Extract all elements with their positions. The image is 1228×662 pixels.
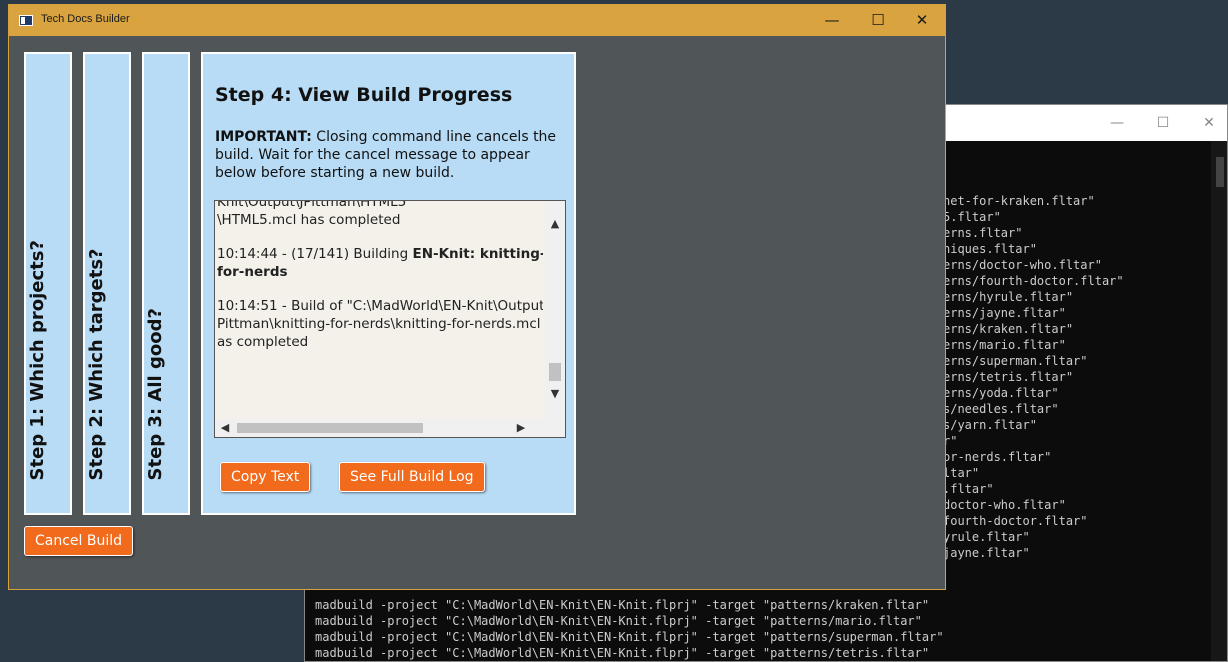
build-log-box[interactable]: Knit\Output\JPittman\HTML5 \HTML5.mcl ha… xyxy=(214,200,566,438)
tab-step-3-label: Step 3: All good? xyxy=(145,308,166,481)
console-line: erns/kraken.fltar" xyxy=(943,322,1074,336)
tab-step-2-label: Step 2: Which targets? xyxy=(86,248,107,481)
build-log-content[interactable]: Knit\Output\JPittman\HTML5 \HTML5.mcl ha… xyxy=(215,201,543,419)
log-entry: Knit\Output\JPittman\HTML5 \HTML5.mcl ha… xyxy=(217,201,543,229)
close-button[interactable]: ✕ xyxy=(899,5,945,36)
console-line: ltar" xyxy=(943,466,980,480)
log-entry: 10:14:44 - (17/141) Building EN-Knit: kn… xyxy=(217,245,543,281)
scroll-up-arrow-icon[interactable]: ▲ xyxy=(545,215,565,233)
main-window[interactable]: Tech Docs Builder — ☐ ✕ Step 1: Which pr… xyxy=(8,4,946,590)
console-line: erns/tetris.fltar" xyxy=(943,370,1074,384)
log-vscroll-thumb[interactable] xyxy=(549,363,561,381)
console-line: madbuild -project "C:\MadWorld\EN-Knit\E… xyxy=(315,614,922,628)
console-line: s/needles.fltar" xyxy=(943,402,1059,416)
log-hscroll-thumb[interactable] xyxy=(237,423,423,433)
log-entry-line: Knit\Output\JPittman\HTML5 xyxy=(217,201,407,210)
tab-step-1-label: Step 1: Which projects? xyxy=(27,240,48,481)
log-entry-prefix: 10:14:44 - (17/141) Building xyxy=(217,246,413,262)
log-entry-line: \HTML5.mcl has completed xyxy=(217,212,401,228)
console-line: .fltar" xyxy=(943,482,994,496)
scroll-right-arrow-icon[interactable]: ▶ xyxy=(511,419,531,437)
console-scrollbar[interactable] xyxy=(1211,141,1227,661)
console-close-button[interactable]: ✕ xyxy=(1191,111,1227,135)
console-line: erns/jayne.fltar" xyxy=(943,306,1066,320)
console-scroll-thumb[interactable] xyxy=(1216,157,1224,187)
tab-step-1[interactable]: Step 1: Which projects? xyxy=(24,52,72,515)
title-bar[interactable]: Tech Docs Builder — ☐ ✕ xyxy=(9,5,945,36)
console-line: s/yarn.fltar" xyxy=(943,418,1037,432)
console-line: het-for-kraken.fltar" xyxy=(943,194,1095,208)
console-line: erns/hyrule.fltar" xyxy=(943,290,1074,304)
console-line: jayne.fltar" xyxy=(943,546,1030,560)
console-line: erns.fltar" xyxy=(943,226,1023,240)
app-icon xyxy=(19,15,33,26)
console-line: erns/superman.fltar" xyxy=(943,354,1088,368)
tab-step-3[interactable]: Step 3: All good? xyxy=(142,52,190,515)
copy-text-button[interactable]: Copy Text xyxy=(220,462,311,492)
note-label: IMPORTANT: xyxy=(215,129,312,145)
console-minimize-button[interactable]: — xyxy=(1099,111,1135,135)
tab-step-2[interactable]: Step 2: Which targets? xyxy=(83,52,131,515)
window-title: Tech Docs Builder xyxy=(41,13,130,25)
cancel-build-button[interactable]: Cancel Build xyxy=(24,526,134,556)
step-4-panel: Step 4: View Build Progress IMPORTANT: C… xyxy=(201,52,576,515)
console-line: 5.fltar" xyxy=(943,210,1001,224)
console-line: erns/yoda.fltar" xyxy=(943,386,1059,400)
important-note: IMPORTANT: Closing command line cancels … xyxy=(215,128,567,182)
log-vertical-scrollbar[interactable]: ▲ ▼ xyxy=(545,201,565,419)
scroll-down-arrow-icon[interactable]: ▼ xyxy=(545,385,565,403)
console-line: fourth-doctor.fltar" xyxy=(943,514,1088,528)
minimize-button[interactable]: — xyxy=(809,5,855,36)
console-line: madbuild -project "C:\MadWorld\EN-Knit\E… xyxy=(315,646,930,660)
console-line: or-nerds.fltar" xyxy=(943,450,1052,464)
console-line: erns/mario.fltar" xyxy=(943,338,1066,352)
console-line: erns/doctor-who.fltar" xyxy=(943,258,1102,272)
log-horizontal-scrollbar[interactable]: ◀ ▶ xyxy=(215,419,565,437)
console-line: doctor-who.fltar" xyxy=(943,498,1066,512)
console-line: erns/fourth-doctor.fltar" xyxy=(943,274,1124,288)
maximize-button[interactable]: ☐ xyxy=(855,5,901,36)
console-maximize-button[interactable]: ☐ xyxy=(1145,111,1181,135)
console-line: yrule.fltar" xyxy=(943,530,1030,544)
scroll-left-arrow-icon[interactable]: ◀ xyxy=(215,419,235,437)
console-line: madbuild -project "C:\MadWorld\EN-Knit\E… xyxy=(315,630,944,644)
console-line: niques.fltar" xyxy=(943,242,1037,256)
see-full-build-log-button[interactable]: See Full Build Log xyxy=(339,462,485,492)
panel-title: Step 4: View Build Progress xyxy=(215,84,513,106)
console-line: madbuild -project "C:\MadWorld\EN-Knit\E… xyxy=(315,598,930,612)
log-entry: 10:14:51 - Build of "C:\MadWorld\EN-Knit… xyxy=(217,298,543,350)
